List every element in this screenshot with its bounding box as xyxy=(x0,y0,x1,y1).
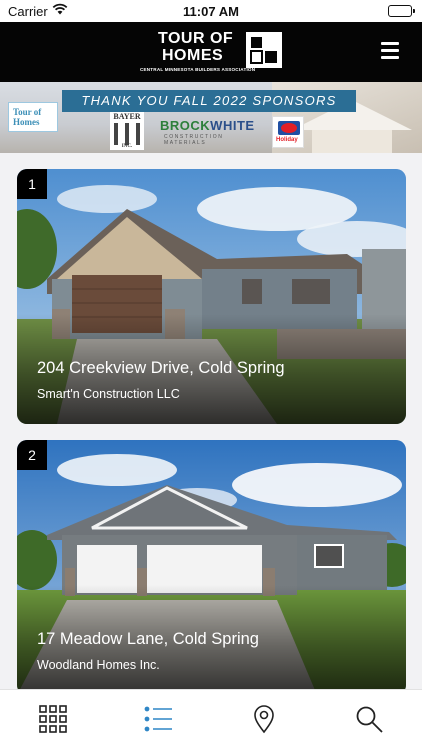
battery-icon xyxy=(388,5,415,17)
hamburger-menu-icon[interactable] xyxy=(378,42,402,62)
sponsor-3-name-part1: BROCK xyxy=(160,118,211,133)
sponsor-holiday-logo: Holiday xyxy=(272,116,304,148)
sponsor-1-name: Tour of Homes xyxy=(13,107,42,127)
listing-address: 204 Creekview Drive, Cold Spring xyxy=(37,359,285,377)
logo-line2: HOMES xyxy=(162,47,224,64)
status-bar: Carrier 11:07 AM xyxy=(0,0,422,22)
listing-number: 2 xyxy=(17,440,47,470)
app-header: TOUR OF HOMES CENTRAL MINNESOTA BUILDERS… xyxy=(0,22,422,82)
listing-card[interactable]: 1 204 Creekview Drive, Cold Spring Smart… xyxy=(17,169,406,424)
bottom-tab-bar xyxy=(0,689,422,750)
listing-card[interactable]: 2 17 Meadow Lane, Cold Spring Woodland H… xyxy=(17,440,406,689)
sponsor-4-name: Holiday xyxy=(276,137,298,143)
list-icon[interactable] xyxy=(143,704,173,734)
tour-of-homes-logo: TOUR OF HOMES CENTRAL MINNESOTA BUILDERS… xyxy=(140,28,285,76)
sponsor-banner[interactable]: THANK YOU FALL 2022 SPONSORS Tour of Hom… xyxy=(0,82,422,153)
listing-builder: Smart'n Construction LLC xyxy=(37,387,180,401)
listing-number: 1 xyxy=(17,169,47,199)
listing-builder: Woodland Homes Inc. xyxy=(37,658,160,672)
logo-tagline: CENTRAL MINNESOTA BUILDERS ASSOCIATION xyxy=(140,67,256,72)
listing-address: 17 Meadow Lane, Cold Spring xyxy=(37,630,259,648)
grid-icon[interactable] xyxy=(38,704,68,734)
sponsor-2-name: BAYER xyxy=(113,112,141,121)
sponsor-brockwhite-logo: BROCKWHITE CONSTRUCTION MATERIALS xyxy=(160,112,260,146)
sponsor-2-suffix: INC. xyxy=(121,144,133,149)
home-listing-list[interactable]: 1 204 Creekview Drive, Cold Spring Smart… xyxy=(0,153,422,689)
sponsor-3-name-part2: WHITE xyxy=(210,118,255,133)
sponsor-3-subtitle: CONSTRUCTION MATERIALS xyxy=(164,134,224,146)
logo-mark-icon xyxy=(246,32,282,68)
search-icon[interactable] xyxy=(354,704,384,734)
sponsor-headline: THANK YOU FALL 2022 SPONSORS xyxy=(62,90,356,112)
clock: 11:07 AM xyxy=(183,4,239,19)
sponsor-tour-of-homes-logo: Tour of Homes xyxy=(8,102,58,132)
map-pin-icon[interactable] xyxy=(249,704,279,734)
logo-line1: TOUR OF xyxy=(158,30,234,47)
sponsor-bayer-logo: BAYER INC. xyxy=(110,112,144,150)
